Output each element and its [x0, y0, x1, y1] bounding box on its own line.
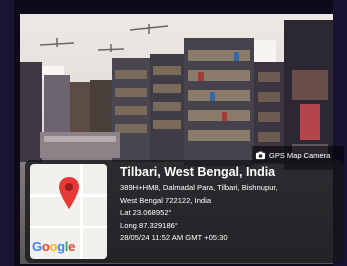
badge-label: GPS Map Camera: [269, 150, 331, 160]
location-pin-icon: [59, 177, 79, 209]
book-table: [40, 132, 120, 158]
address-line-1: 389H+HM8, Dalmadal Para, Tilbari, Bishnu…: [120, 183, 278, 192]
camera-icon: [255, 151, 266, 159]
address-line-2: West Bengal 722122, India: [120, 195, 212, 205]
google-logo: Google: [32, 239, 76, 254]
longitude: Long 87.329186°: [120, 220, 178, 230]
map-thumbnail: Google: [30, 164, 107, 259]
latitude: Lat 23.068952°: [120, 208, 172, 218]
location-text: Tilbari, West Bengal, India 389H+HM8, Da…: [120, 165, 278, 245]
location-title: Tilbari, West Bengal, India: [120, 165, 276, 179]
timestamp: 28/05/24 11:52 AM GMT +05:30: [120, 233, 228, 243]
